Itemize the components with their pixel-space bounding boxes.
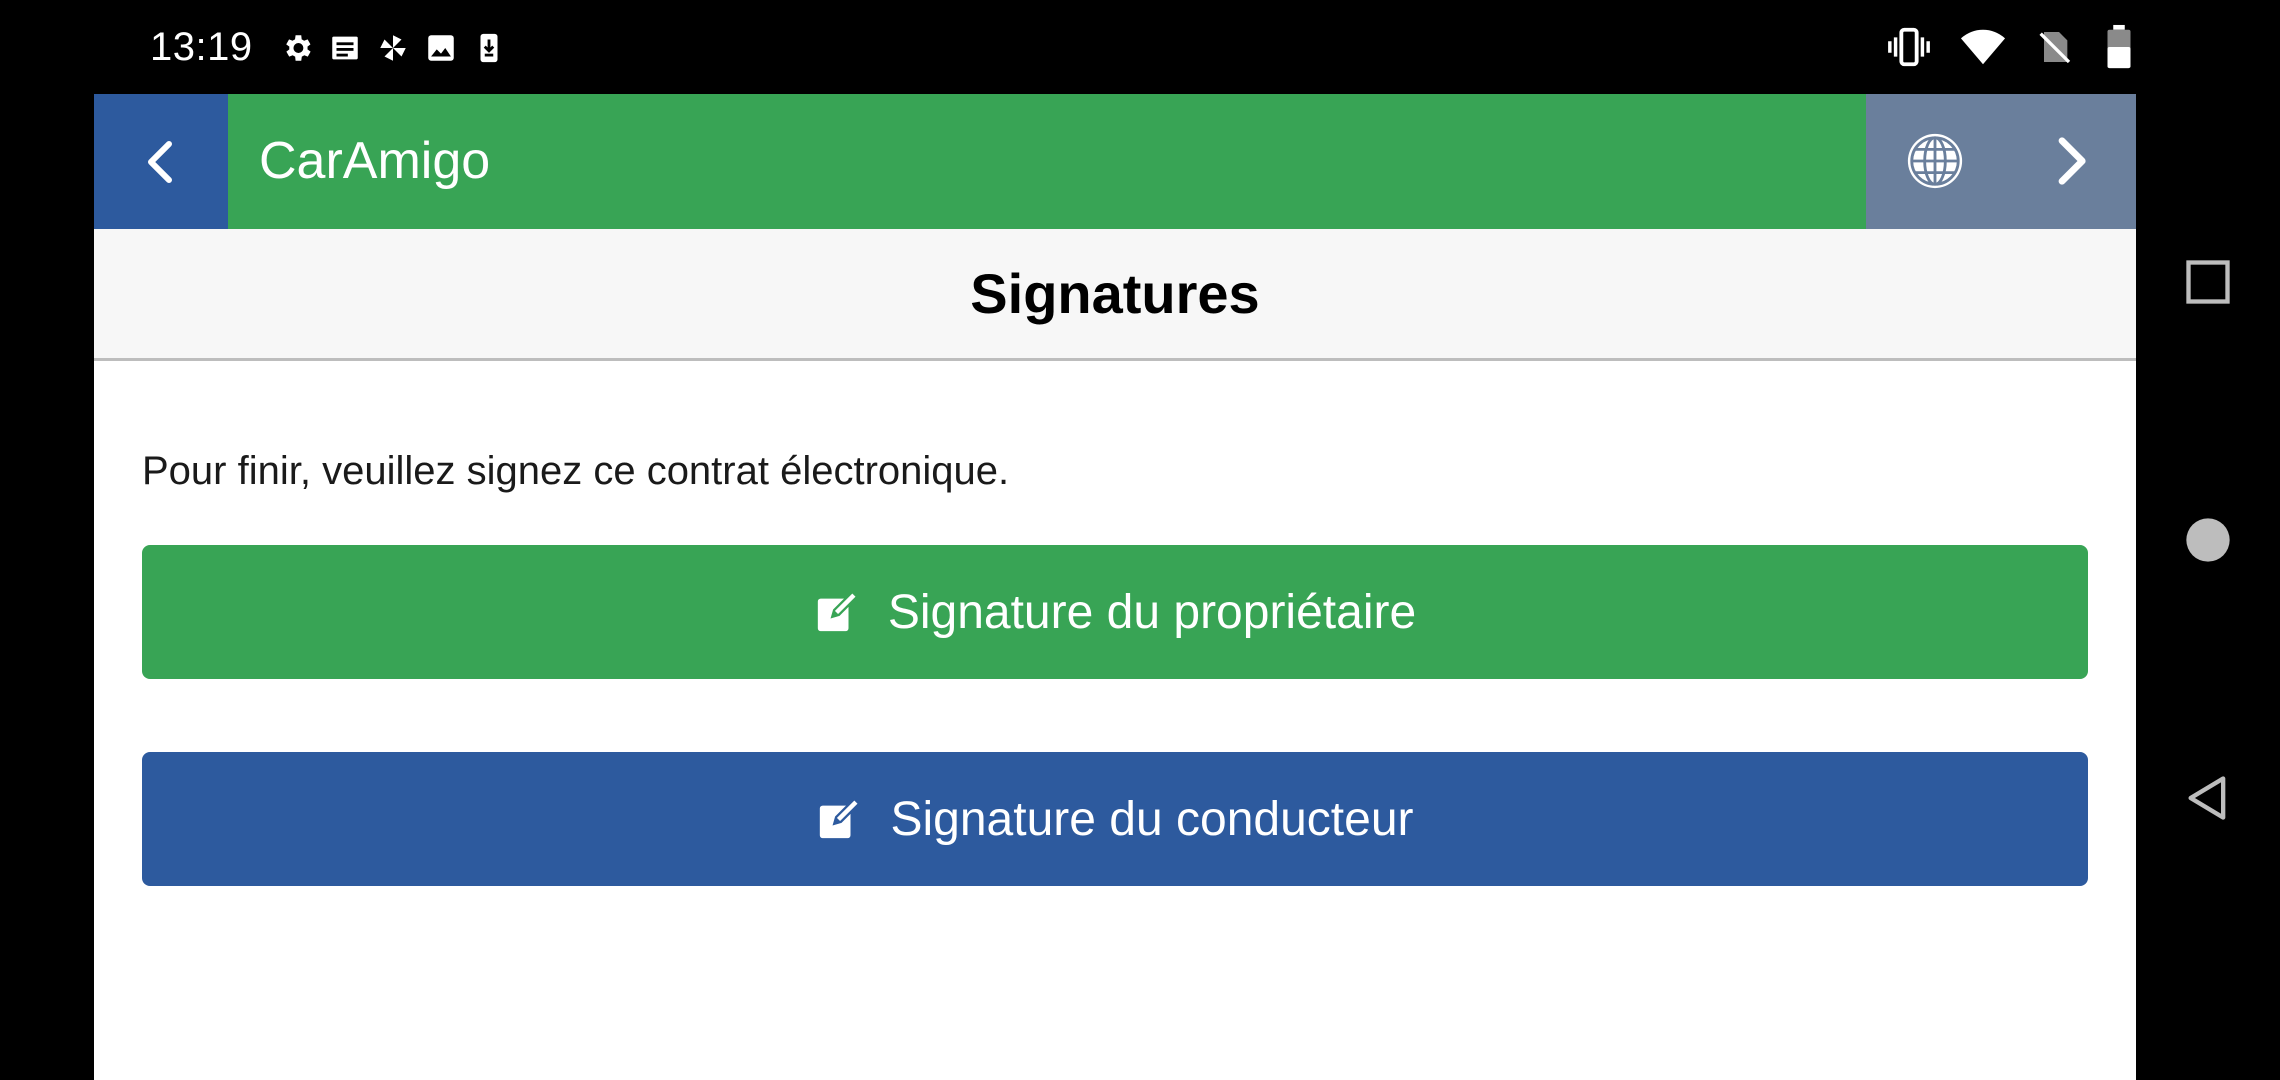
status-bar: 13:19 [94, 0, 2136, 94]
app-bar: CarAmigo [94, 94, 2136, 229]
app-bar-actions [1866, 94, 2136, 229]
language-button[interactable] [1904, 130, 1966, 192]
next-button[interactable] [2044, 134, 2098, 188]
recent-apps-icon [2186, 260, 2230, 304]
edit-icon [820, 797, 862, 839]
driver-signature-button[interactable]: Signature du conducteur [142, 752, 2088, 886]
globe-icon [1907, 133, 1963, 189]
home-icon [2186, 518, 2230, 562]
edit-icon [817, 590, 859, 632]
back-button[interactable] [94, 94, 228, 229]
notification-icons [280, 28, 506, 68]
download-icon [472, 31, 506, 65]
settings-icon [280, 31, 314, 65]
app-title: CarAmigo [259, 132, 491, 190]
system-back-button[interactable] [2182, 772, 2234, 824]
back-icon [2188, 776, 2226, 820]
pinwheel-icon [376, 31, 410, 65]
owner-signature-label: Signature du propriétaire [887, 585, 1417, 639]
vibrate-icon [1886, 24, 1932, 70]
no-sim-icon [2034, 27, 2074, 67]
battery-icon [2102, 24, 2136, 70]
app-window: CarAmigo Signatures Pour finir, veuillez… [94, 94, 2136, 1080]
system-icons [1886, 24, 2136, 70]
image-icon [424, 31, 458, 65]
page-title: Signatures [970, 262, 1260, 325]
navigation-bar [2136, 0, 2280, 1080]
recent-apps-button[interactable] [2182, 256, 2234, 308]
home-button[interactable] [2182, 514, 2234, 566]
chevron-left-icon [148, 140, 172, 183]
chevron-right-icon [2058, 137, 2086, 185]
news-icon [328, 31, 362, 65]
status-time: 13:19 [150, 25, 253, 69]
wifi-icon [1960, 24, 2006, 70]
device-screen: 13:19 CarAmigo Signatures Pour finir, ve… [0, 0, 2280, 1080]
owner-signature-button[interactable]: Signature du propriétaire [142, 545, 2088, 679]
page-header: Signatures [94, 229, 2136, 361]
driver-signature-label: Signature du conducteur [890, 792, 1414, 846]
instructions-text: Pour finir, veuillez signez ce contrat é… [142, 449, 1010, 493]
